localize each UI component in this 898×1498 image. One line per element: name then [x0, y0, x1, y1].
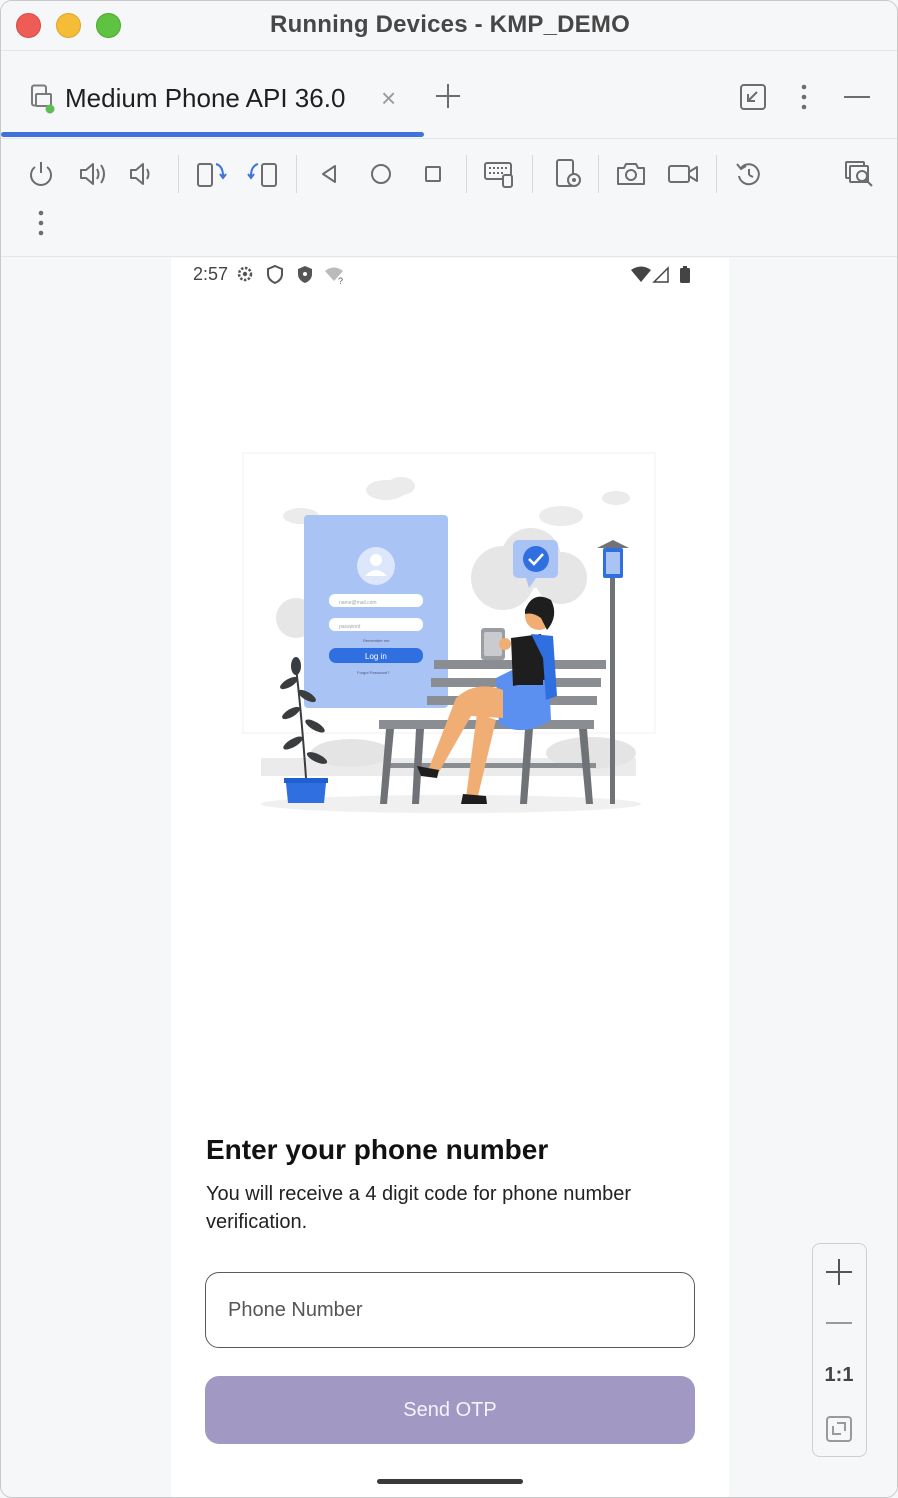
- tab-label: Medium Phone API 36.0: [65, 83, 346, 113]
- zoom-in-icon[interactable]: [813, 1252, 865, 1292]
- rotate-right-icon[interactable]: [247, 158, 279, 190]
- volume-down-icon[interactable]: [127, 158, 159, 190]
- battery-icon: [680, 266, 690, 283]
- back-icon[interactable]: [313, 158, 345, 190]
- svg-text:password: password: [339, 624, 361, 630]
- keyboard-icon[interactable]: [483, 158, 515, 190]
- svg-text:?: ?: [338, 276, 343, 286]
- send-otp-button[interactable]: Send OTP: [205, 1376, 695, 1444]
- reset-icon[interactable]: [733, 158, 765, 190]
- window-title: Running Devices - KMP_DEMO: [270, 11, 630, 38]
- toolbar-separator: [296, 155, 297, 193]
- svg-text:Forgot Password?: Forgot Password?: [357, 670, 390, 675]
- device-settings-icon[interactable]: [553, 158, 585, 190]
- zoom-actual-size-button[interactable]: 1:1: [813, 1364, 865, 1387]
- power-icon[interactable]: [25, 158, 57, 190]
- toolbar-separator: [716, 155, 717, 193]
- phone-number-input[interactable]: [205, 1272, 695, 1348]
- more-icon[interactable]: [31, 208, 51, 240]
- zoom-fit-icon[interactable]: [813, 1414, 865, 1444]
- login-illustration: name@mail.com password Remember me Log i…: [242, 452, 656, 813]
- more-options-icon[interactable]: [796, 83, 812, 113]
- restore-icon[interactable]: [739, 83, 767, 111]
- overview-icon[interactable]: [417, 158, 449, 190]
- screen-record-icon[interactable]: [667, 158, 699, 190]
- wifi-unknown-icon: ?: [325, 267, 343, 286]
- close-tab-icon[interactable]: ×: [381, 85, 396, 111]
- page-title: Enter your phone number: [206, 1134, 549, 1165]
- status-system-icons: [631, 266, 690, 283]
- device-toolbar: [1, 140, 897, 257]
- zoom-controls: 1:1: [812, 1243, 867, 1457]
- shield-filled-icon: [298, 266, 312, 283]
- cell-signal-icon: [652, 266, 669, 283]
- tab-medium-phone[interactable]: Medium Phone API 36.0 ×: [1, 51, 424, 139]
- phone-screen[interactable]: 2:57 ? name@mail.com password Remember m…: [171, 258, 729, 1497]
- status-time: 2:57: [193, 264, 229, 284]
- rotate-left-icon[interactable]: [195, 158, 227, 190]
- volume-up-icon[interactable]: [77, 158, 109, 190]
- active-tab-indicator: [1, 132, 424, 137]
- hide-icon[interactable]: [843, 95, 871, 99]
- home-icon[interactable]: [365, 158, 397, 190]
- device-icon: [31, 84, 55, 114]
- page-description: You will receive a 4 digit code for phon…: [206, 1183, 632, 1233]
- wifi-icon: [631, 266, 651, 282]
- shield-icon: [267, 264, 283, 285]
- svg-text:name@mail.com: name@mail.com: [339, 600, 377, 606]
- title-bar: Running Devices - KMP_DEMO: [1, 1, 897, 51]
- settings-gear-icon: [237, 266, 253, 282]
- toolbar-separator: [598, 155, 599, 193]
- toolbar-separator: [178, 155, 179, 193]
- svg-text:Remember me: Remember me: [363, 638, 390, 643]
- tab-bar: Medium Phone API 36.0 ×: [1, 51, 897, 139]
- svg-text:Log in: Log in: [365, 652, 387, 661]
- running-devices-window: Running Devices - KMP_DEMO Medium Phone …: [0, 0, 898, 1498]
- screenshot-icon[interactable]: [615, 158, 647, 190]
- status-notification-icons: ?: [237, 264, 343, 286]
- home-indicator[interactable]: [377, 1479, 523, 1484]
- toolbar-separator: [466, 155, 467, 193]
- layout-inspector-icon[interactable]: [843, 158, 875, 190]
- zoom-out-icon[interactable]: [813, 1308, 865, 1338]
- add-tab-icon[interactable]: [433, 81, 463, 111]
- toolbar-separator: [532, 155, 533, 193]
